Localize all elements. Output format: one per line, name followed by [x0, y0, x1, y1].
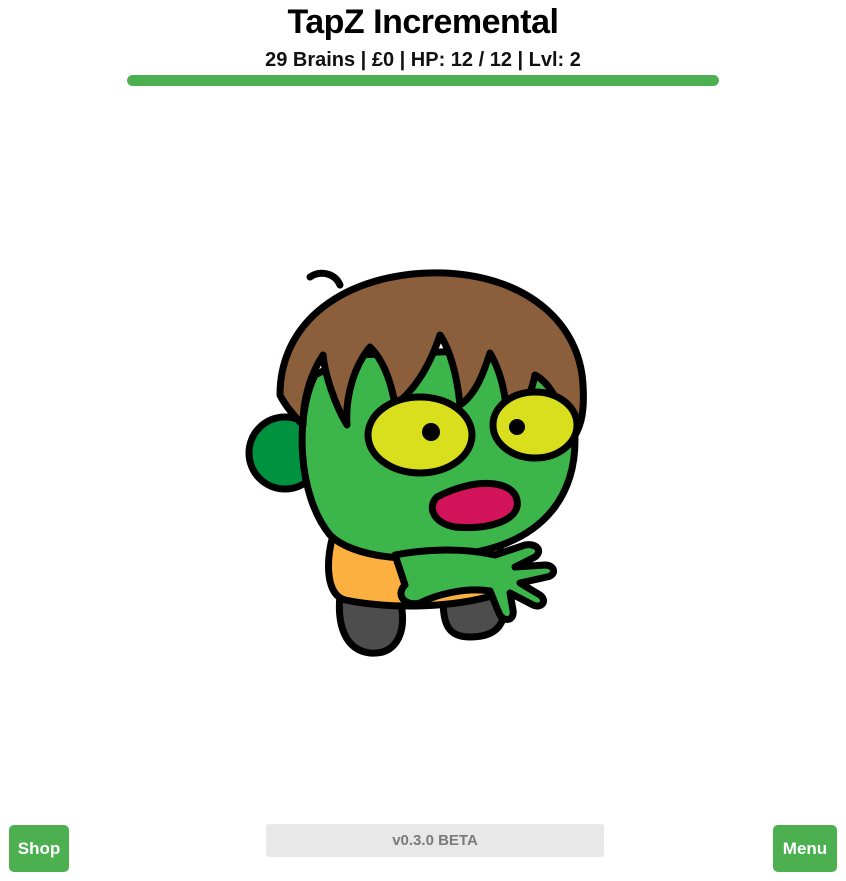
game-screen: TapZ Incremental 29 Brains | £0 | HP: 12… [0, 0, 846, 881]
page-title: TapZ Incremental [287, 3, 560, 41]
hp-bar-fill [127, 75, 719, 86]
hp-bar [127, 75, 719, 86]
stats-line: 29 Brains | £0 | HP: 12 / 12 | Lvl: 2 [265, 49, 581, 71]
version-badge: v0.3.0 BETA [266, 824, 604, 857]
shop-button[interactable]: Shop [9, 825, 69, 872]
menu-button[interactable]: Menu [773, 825, 837, 872]
zombie-tap-target[interactable] [245, 265, 590, 660]
zombie-icon [245, 269, 587, 657]
